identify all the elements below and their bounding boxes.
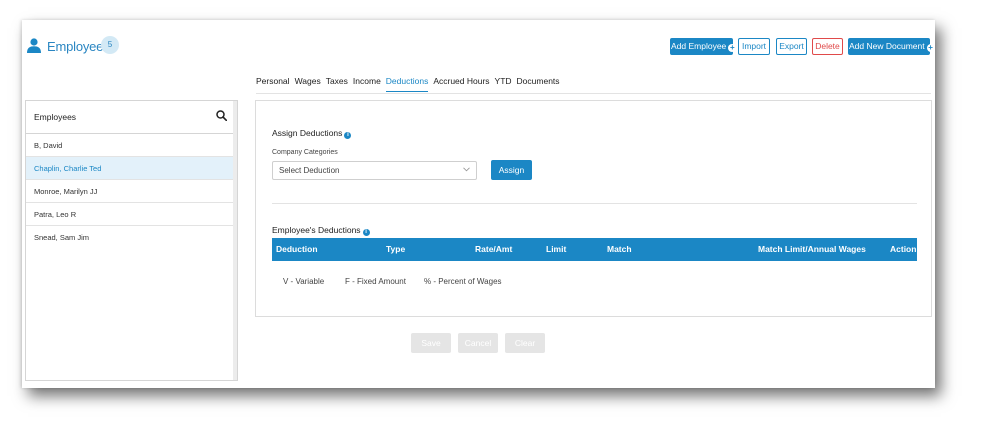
deductions-table-header: Deduction Type Rate/Amt Limit Match Matc… xyxy=(272,238,917,261)
add-new-document-label: Add New Document xyxy=(849,41,925,51)
search-icon[interactable] xyxy=(216,110,227,121)
employee-count-badge: 5 xyxy=(101,36,119,54)
user-icon xyxy=(27,38,41,53)
cancel-button[interactable]: Cancel xyxy=(458,333,498,353)
tab-accrued-hours[interactable]: Accrued Hours xyxy=(433,76,489,92)
assign-button[interactable]: Assign xyxy=(491,160,532,180)
assign-deductions-title: Assign Deductions xyxy=(272,128,343,138)
tab-taxes[interactable]: Taxes xyxy=(326,76,348,92)
tab-bar: Personal Wages Taxes Income Deductions A… xyxy=(256,76,560,92)
deduction-select[interactable]: Select Deduction xyxy=(272,161,477,180)
sidebar-scrollbar[interactable] xyxy=(233,101,237,380)
column-header-match-limit: Match Limit/Annual Wages xyxy=(758,244,866,254)
add-new-document-button[interactable]: Add New Document + xyxy=(848,38,935,55)
tab-divider xyxy=(256,93,931,94)
legend-variable: V - Variable xyxy=(283,277,325,286)
tab-income[interactable]: Income xyxy=(353,76,381,92)
sidebar-title: Employees xyxy=(34,112,77,122)
deduction-select-value: Select Deduction xyxy=(279,166,340,175)
tab-documents[interactable]: Documents xyxy=(517,76,560,92)
employee-deductions-heading: Employee's Deductions i xyxy=(272,225,370,236)
info-icon[interactable]: i xyxy=(344,132,352,139)
add-employee-button[interactable]: Add Employee + xyxy=(670,38,737,55)
add-employee-label: Add Employee xyxy=(671,41,727,51)
column-header-limit: Limit xyxy=(546,244,567,254)
legend-percent-of-wages: % - Percent of Wages xyxy=(424,277,502,286)
tab-ytd[interactable]: YTD xyxy=(495,76,512,92)
column-header-deduction: Deduction xyxy=(276,244,318,254)
column-header-type: Type xyxy=(386,244,406,254)
section-divider xyxy=(272,203,917,204)
import-button[interactable]: Import xyxy=(738,38,770,55)
tab-wages[interactable]: Wages xyxy=(295,76,321,92)
export-button[interactable]: Export xyxy=(776,38,807,55)
sidebar-header: Employees xyxy=(26,101,237,134)
chevron-down-icon xyxy=(463,167,470,172)
employee-list-item[interactable]: Snead, Sam Jim xyxy=(26,226,237,249)
save-button[interactable]: Save xyxy=(411,333,451,353)
app-window: Employees 5 Add Employee + Import Export … xyxy=(22,20,935,388)
employee-list-item[interactable]: B, David xyxy=(26,134,237,157)
tab-personal[interactable]: Personal xyxy=(256,76,290,92)
legend-fixed-amount: F - Fixed Amount xyxy=(345,277,406,286)
clear-button[interactable]: Clear xyxy=(505,333,545,353)
employee-sidebar: Employees B, David Chaplin, Charlie Ted … xyxy=(25,100,238,381)
info-icon[interactable]: i xyxy=(362,229,370,236)
employee-list-item[interactable]: Patra, Leo R xyxy=(26,203,237,226)
plus-circle-icon: + xyxy=(926,43,935,52)
plus-circle-icon: + xyxy=(728,43,737,52)
page-title: Employees xyxy=(47,39,110,54)
deductions-panel: Assign Deductions i Company Categories Se… xyxy=(255,100,932,317)
delete-button[interactable]: Delete xyxy=(812,38,843,55)
assign-deductions-heading: Assign Deductions i xyxy=(272,128,352,139)
employee-list-item[interactable]: Monroe, Marilyn JJ xyxy=(26,180,237,203)
column-header-match: Match xyxy=(607,244,632,254)
tab-deductions[interactable]: Deductions xyxy=(385,76,429,92)
employee-list-item[interactable]: Chaplin, Charlie Ted xyxy=(26,157,237,180)
company-categories-label: Company Categories xyxy=(272,149,338,156)
column-header-rate-amt: Rate/Amt xyxy=(475,244,513,254)
employee-deductions-title: Employee's Deductions xyxy=(272,225,361,235)
column-header-action: Action xyxy=(890,244,917,254)
